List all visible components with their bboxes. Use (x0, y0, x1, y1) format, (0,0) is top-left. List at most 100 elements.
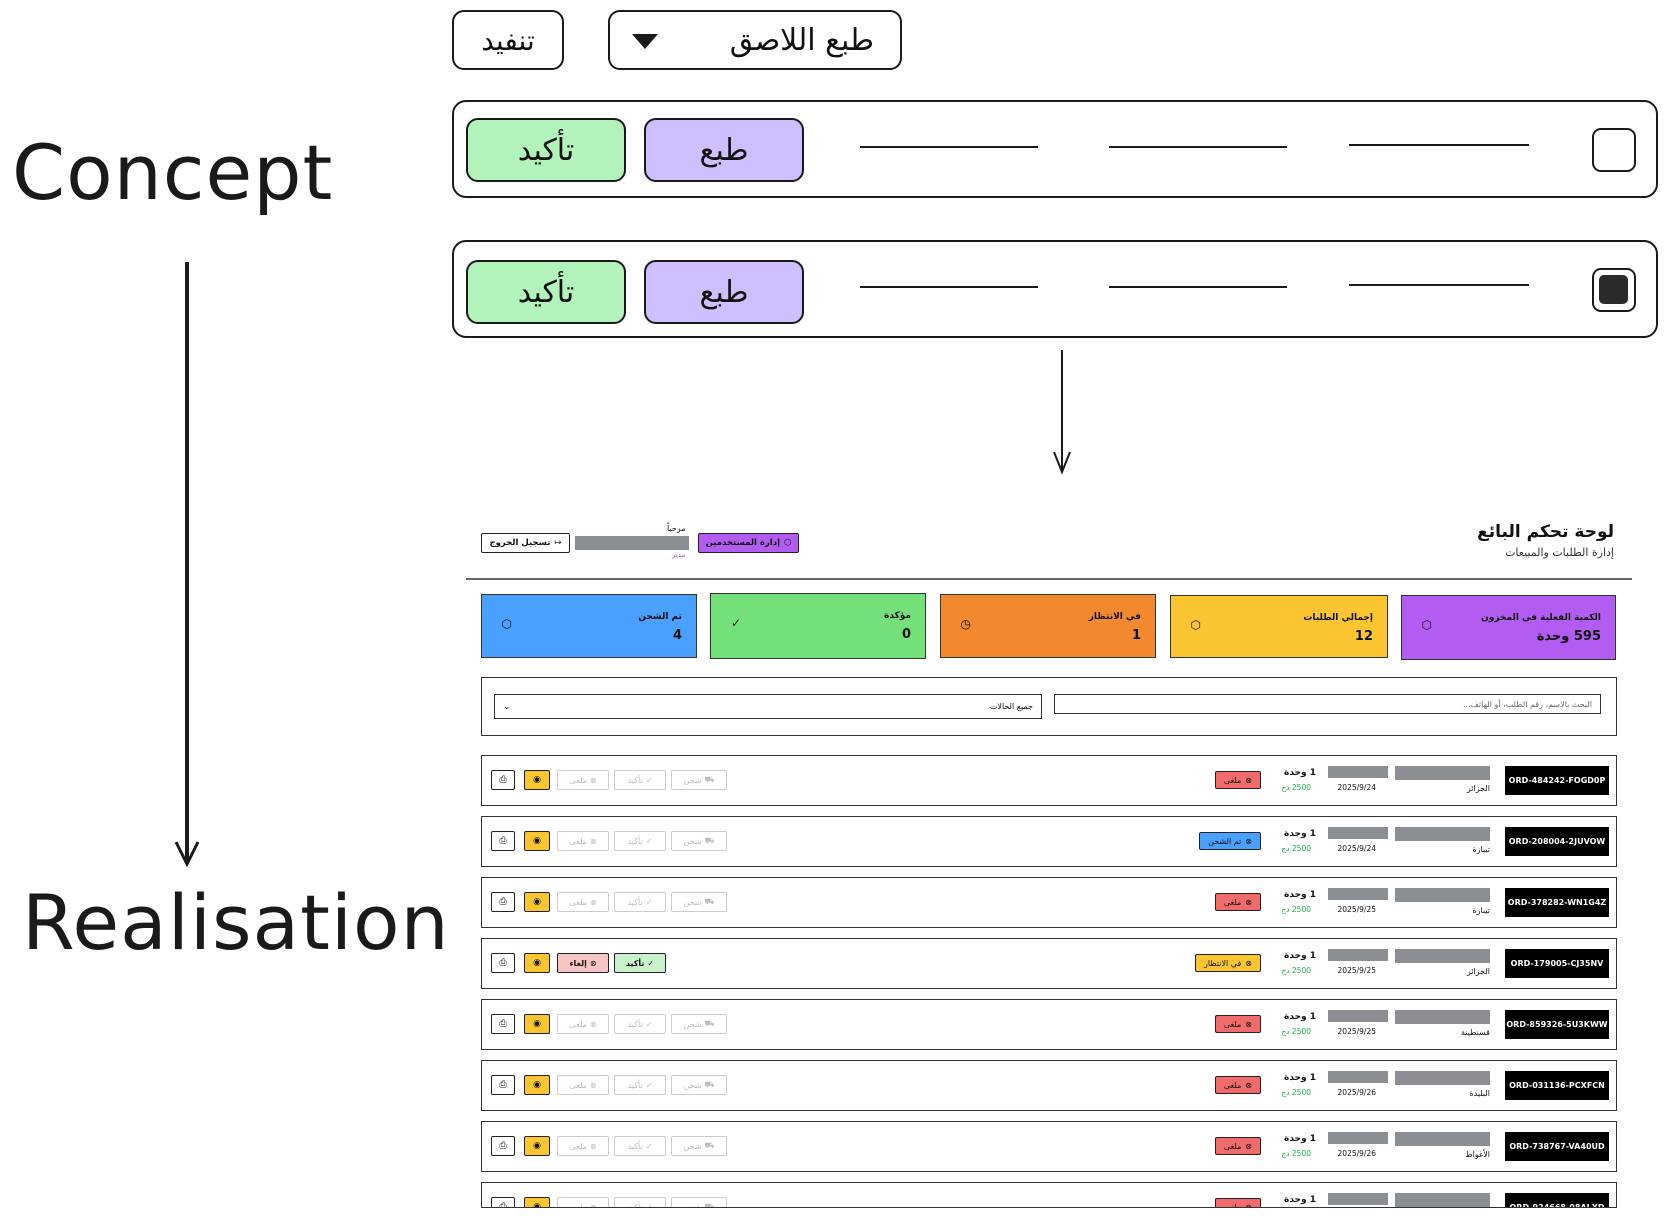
order-price: 2500 دج (1281, 783, 1311, 792)
x-circle-icon: ⊗ (589, 775, 597, 785)
print-label-select[interactable]: طبع اللاصق (608, 10, 902, 70)
order-price: 2500 دج (1281, 905, 1311, 914)
order-id: ORD-859326-5U3KWW (1505, 1010, 1609, 1039)
order-row[interactable]: ORD-378282-WN1G4Z تيبازة 2025/9/25 1 وحد… (481, 877, 1617, 928)
check-circle-icon: ✓ (645, 836, 653, 846)
order-id: ORD-924668-08ALXD (1505, 1193, 1609, 1207)
confirm-button[interactable]: ✓ تأكيد (614, 953, 666, 973)
order-row[interactable]: ORD-924668-08ALXD 1 وحدة ⊗ ملغى ⎙ ◉ ⊗ ملغ… (481, 1182, 1617, 1208)
order-date: 2025/9/26 (1337, 1149, 1376, 1158)
customer-phone-redacted (1328, 1193, 1388, 1205)
x-circle-icon: ⊗ (589, 1202, 597, 1208)
stat-label: إجمالي الطلبات (1303, 613, 1373, 623)
order-id: ORD-378282-WN1G4Z (1505, 888, 1609, 917)
print-button[interactable]: طبع (644, 118, 804, 182)
customer-name-redacted (1395, 1132, 1490, 1146)
print-icon[interactable]: ⎙ (491, 1136, 515, 1156)
x-circle-icon: ⊗ (589, 836, 597, 846)
placeholder-line (1349, 284, 1529, 286)
cancel-button[interactable]: ⊗ إلغاء (557, 953, 609, 973)
order-row[interactable]: ORD-859326-5U3KWW قسنطينة 2025/9/25 1 وح… (481, 999, 1617, 1050)
concept-label: Concept (12, 128, 334, 217)
status-badge: ⊗ ملغى (1214, 1137, 1261, 1155)
welcome-text: مرحباً (667, 524, 686, 533)
search-input[interactable]: البحث بالاسم، رقم الطلب، أو الهاتف... (1054, 694, 1601, 714)
order-city: قسنطينة (1460, 1028, 1490, 1037)
check-circle-icon: ✓ (645, 1202, 653, 1208)
status-icon: ⊗ (1245, 775, 1252, 785)
order-city: الأغواط (1465, 1150, 1490, 1159)
stat-card: الكمية الفعلية في المخزون 595 وحدة ⬡ (1401, 595, 1616, 660)
confirm-button: ✓ تأكيد (614, 1197, 666, 1208)
confirm-button[interactable]: تأكيد (466, 260, 626, 324)
confirm-button: ✓ تأكيد (614, 892, 666, 912)
check-circle-icon: ✓ (645, 897, 653, 907)
print-icon[interactable]: ⎙ (491, 831, 515, 851)
stat-label: في الانتظار (1088, 612, 1141, 622)
confirm-button: ✓ تأكيد (614, 770, 666, 790)
row-checkbox-checked[interactable] (1592, 268, 1636, 312)
truck-icon: ⛟ (704, 836, 715, 845)
view-eye-icon[interactable]: ◉ (524, 892, 550, 912)
placeholder-line (1349, 144, 1529, 146)
order-row[interactable]: ORD-031136-PCXFCN البليدة 2025/9/26 1 وح… (481, 1060, 1617, 1111)
page-title: لوحة تحكم البائع (1477, 522, 1614, 542)
print-icon[interactable]: ⎙ (491, 770, 515, 790)
placeholder-line (1109, 286, 1287, 288)
logout-button[interactable]: ↦ تسجيل الخروج (481, 533, 570, 553)
customer-phone-redacted (1328, 766, 1388, 778)
row-checkbox[interactable] (1592, 128, 1636, 172)
customer-name-redacted (1395, 1193, 1490, 1207)
down-arrow-icon (174, 262, 200, 868)
logout-icon: ↦ (554, 538, 562, 548)
status-badge: ⊗ ملغى (1214, 1015, 1261, 1033)
order-price: 2500 دج (1281, 1027, 1311, 1036)
order-row[interactable]: ORD-179005-CJ35NV الجزائر 2025/9/25 1 وح… (481, 938, 1617, 989)
stat-value: 4 (672, 628, 682, 643)
view-eye-icon[interactable]: ◉ (524, 1014, 550, 1034)
view-eye-icon[interactable]: ◉ (524, 1197, 550, 1207)
view-eye-icon[interactable]: ◉ (524, 770, 550, 790)
order-date: 2025/9/25 (1337, 966, 1376, 975)
order-row[interactable]: ORD-738767-VA40UD الأغواط 2025/9/26 1 وح… (481, 1121, 1617, 1172)
username-redacted (575, 536, 689, 550)
stat-label: تم الشحن (638, 612, 682, 622)
ship-button: ⛟ شحن (671, 770, 727, 790)
order-city: تيبازة (1472, 845, 1490, 854)
order-quantity: 1 وحدة (1284, 1195, 1316, 1205)
order-city: تيبازة (1472, 906, 1490, 915)
status-filter-select[interactable]: جميع الحالات ⌄ (494, 694, 1042, 719)
order-row[interactable]: ORD-484242-FOGD0P الجزائر 2025/9/24 1 وح… (481, 755, 1617, 806)
stat-value: 595 وحدة (1536, 629, 1601, 644)
print-button[interactable]: طبع (644, 260, 804, 324)
x-circle-icon: ⊗ (589, 1141, 597, 1151)
status-badge: ⊗ في الانتظار (1194, 954, 1261, 972)
view-eye-icon[interactable]: ◉ (524, 953, 550, 973)
manage-users-button[interactable]: ⬡ إدارة المستخدمين (698, 533, 799, 553)
truck-icon: ⛟ (704, 1141, 715, 1150)
placeholder-line (1109, 146, 1287, 148)
x-circle-icon: ⊗ (589, 1080, 597, 1090)
print-icon[interactable]: ⎙ (491, 892, 515, 912)
order-price: 2500 دج (1281, 1149, 1311, 1158)
print-icon[interactable]: ⎙ (491, 1197, 515, 1207)
view-eye-icon[interactable]: ◉ (524, 1136, 550, 1156)
customer-phone-redacted (1328, 1010, 1388, 1022)
order-quantity: 1 وحدة (1284, 829, 1316, 839)
truck-icon: ⛟ (704, 775, 715, 784)
status-icon: ⊗ (1245, 836, 1252, 846)
order-quantity: 1 وحدة (1284, 890, 1316, 900)
execute-button[interactable]: تنفيد (452, 10, 564, 70)
print-icon[interactable]: ⎙ (491, 1014, 515, 1034)
order-quantity: 1 وحدة (1284, 1134, 1316, 1144)
confirm-button[interactable]: تأكيد (466, 118, 626, 182)
ship-button: ⛟ شحن (671, 1014, 727, 1034)
view-eye-icon[interactable]: ◉ (524, 1075, 550, 1095)
cancelled-button: ⊗ ملغى (557, 770, 609, 790)
order-row[interactable]: ORD-208004-2JUVOW تيبازة 2025/9/24 1 وحد… (481, 816, 1617, 867)
status-icon: ⊗ (1245, 1019, 1252, 1029)
print-icon[interactable]: ⎙ (491, 1075, 515, 1095)
shield-icon: ⬡ (784, 538, 792, 548)
print-icon[interactable]: ⎙ (491, 953, 515, 973)
view-eye-icon[interactable]: ◉ (524, 831, 550, 851)
